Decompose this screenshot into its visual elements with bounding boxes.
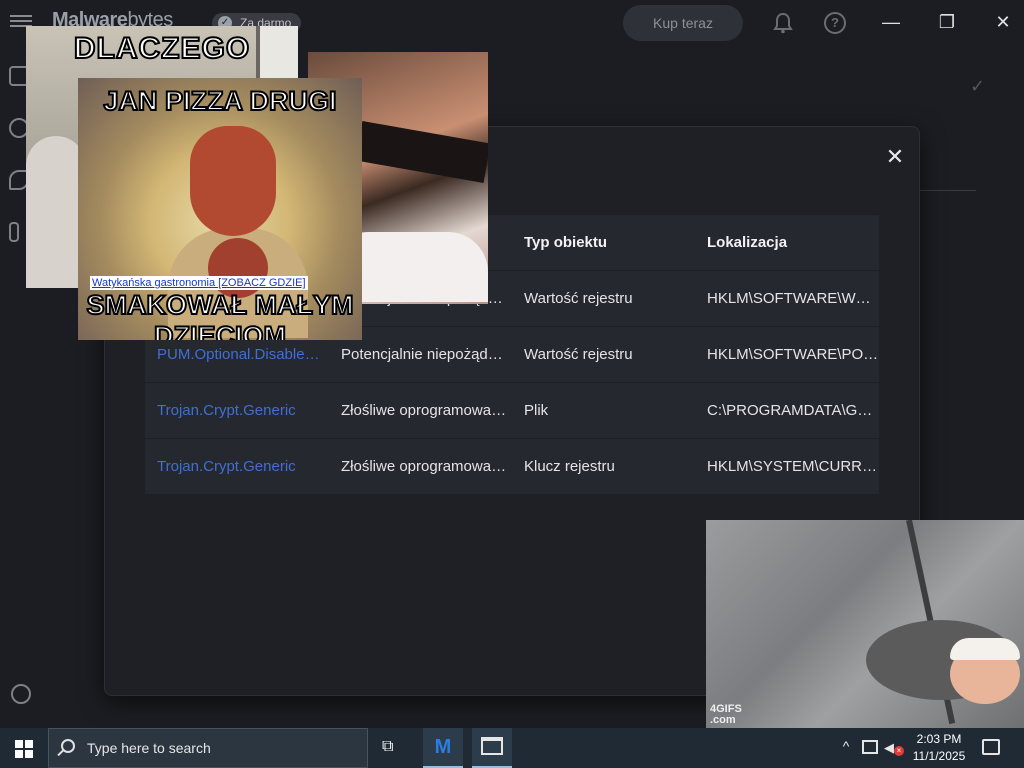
object-type: Klucz rejestru <box>524 458 615 475</box>
photo-shape <box>950 638 1020 660</box>
search-icon <box>61 739 75 753</box>
network-icon[interactable] <box>862 740 878 754</box>
meme-caption: DLACZEGO <box>73 31 251 66</box>
meme-caption-bottom: SMAKOWAŁ MAŁYM DZIECIOM <box>86 289 355 340</box>
column-header-location[interactable]: Lokalizacja <box>707 215 879 271</box>
table-row[interactable]: Trojan.Crypt.Generic Złośliwe oprogramow… <box>145 383 879 439</box>
object-location: HKLM\SOFTWARE\WOW6432NODE <box>707 290 879 307</box>
meme-popup-pizza[interactable]: JAN PIZZA DRUGI Watykańska gastronomia [… <box>78 78 362 340</box>
window-icon <box>481 737 503 755</box>
user-account-icon[interactable] <box>11 684 31 704</box>
object-type: Plik <box>524 402 549 419</box>
photo-shape <box>26 136 86 288</box>
photo-shape <box>355 121 488 183</box>
system-clock[interactable]: 2:03 PM 11/1/2025 <box>910 731 968 765</box>
meme-caption-top: JAN PIZZA DRUGI <box>102 85 337 117</box>
meme-ad-link[interactable]: Watykańska gastronomia [ZOBACZ GDZIE] <box>90 276 308 290</box>
taskbar-app-window[interactable] <box>472 728 512 768</box>
search-input[interactable]: Type here to search <box>87 729 211 767</box>
photo-shape <box>190 126 276 236</box>
dialog-close-button[interactable]: ✕ <box>883 145 907 169</box>
windows-logo-icon <box>25 750 33 758</box>
volume-muted-icon[interactable]: ◀ × <box>884 740 904 756</box>
start-button[interactable] <box>0 728 48 768</box>
object-type: Wartość rejestru <box>524 346 633 363</box>
clock-date: 11/1/2025 <box>912 749 966 763</box>
clock-time: 2:03 PM <box>916 732 962 746</box>
column-header-object-type[interactable]: Typ obiektu <box>524 215 694 271</box>
threat-name-link[interactable]: Trojan.Crypt.Generic <box>157 383 327 439</box>
windows-taskbar: Type here to search ⧉ M ^ ◀ × 2:03 PM 11/… <box>0 728 1024 768</box>
windows-logo-icon <box>15 740 23 748</box>
object-location: C:\PROGRAMDATA\GOOGLE <box>707 402 879 419</box>
threat-category: Złośliwe oprogramowanie <box>341 458 509 475</box>
notifications-icon[interactable] <box>982 739 1000 755</box>
threat-category: Złośliwe oprogramowanie <box>341 402 509 419</box>
minimize-button[interactable]: — <box>877 8 905 36</box>
maximize-button[interactable]: ❐ <box>933 8 961 36</box>
show-hidden-icons-icon[interactable]: ^ <box>836 738 856 758</box>
mute-x-icon: × <box>894 746 904 756</box>
object-type: Wartość rejestru <box>524 290 633 307</box>
close-window-button[interactable]: ✕ <box>989 8 1017 36</box>
checkmark-icon: ✓ <box>970 76 986 96</box>
divider <box>920 190 976 191</box>
buy-now-button[interactable]: Kup teraz <box>623 5 743 41</box>
object-location: HKLM\SYSTEM\CURRENTCONTROLSET <box>707 458 879 475</box>
help-icon[interactable]: ? <box>824 12 846 34</box>
threat-category: Potencjalnie niepożądany <box>341 346 509 363</box>
table-row[interactable]: Trojan.Crypt.Generic Złośliwe oprogramow… <box>145 439 879 495</box>
taskbar-search-box[interactable]: Type here to search <box>48 728 368 768</box>
windows-logo-icon <box>15 750 23 758</box>
object-location: HKLM\SOFTWARE\POLICIES <box>707 346 879 363</box>
gif-watermark: 4GIFS .com <box>710 703 742 726</box>
tools-icon[interactable] <box>9 222 19 242</box>
windows-logo-icon <box>25 740 33 748</box>
taskbar-app-malwarebytes[interactable]: M <box>423 728 463 768</box>
malwarebytes-icon: M <box>434 736 452 758</box>
gif-popup-overlay[interactable]: 4GIFS .com <box>706 520 1024 728</box>
threat-name-link[interactable]: Trojan.Crypt.Generic <box>157 439 327 495</box>
bell-icon[interactable] <box>772 12 794 34</box>
task-view-icon[interactable]: ⧉ <box>382 738 402 758</box>
